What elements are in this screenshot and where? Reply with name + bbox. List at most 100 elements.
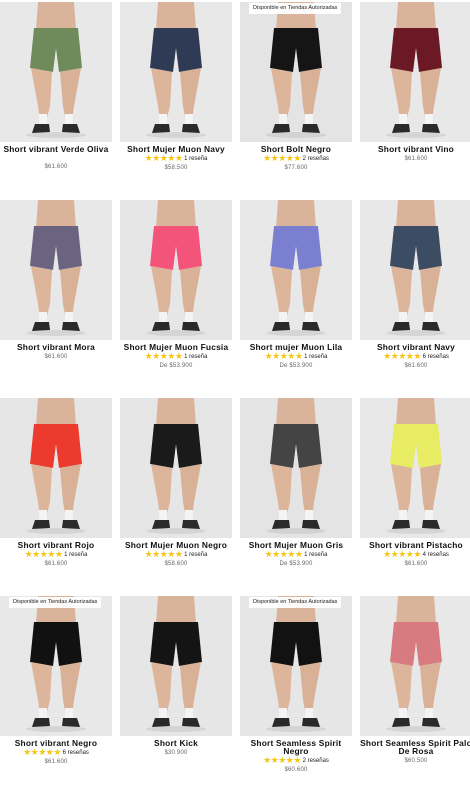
product-title[interactable]: Short Seamless Spirit Negro: [240, 739, 352, 756]
product-image[interactable]: [360, 596, 470, 736]
star-rating-icon: ★★★★★: [383, 549, 421, 559]
product-card[interactable]: Disponible en Tiendas Autorizadas Short B…: [240, 2, 352, 192]
product-photo: [360, 2, 470, 142]
product-card[interactable]: Disponible en Tiendas Autorizadas Short v…: [0, 596, 112, 786]
review-count: 1 reseña: [184, 552, 208, 558]
product-rating: ★★★★★ 4 reseñas: [360, 549, 470, 560]
product-card[interactable]: Short Kick $30.900: [120, 596, 232, 786]
product-title[interactable]: Short Mujer Muon Navy: [120, 145, 232, 154]
product-card[interactable]: Short Mujer Muon Negro ★★★★★ 1 reseña $58.…: [120, 398, 232, 588]
review-count: 1 reseña: [304, 552, 328, 558]
product-price: $61.600: [404, 363, 428, 369]
review-count: 1 reseña: [304, 354, 328, 360]
product-image[interactable]: [120, 596, 232, 736]
product-price: $61.600: [404, 561, 428, 567]
product-title[interactable]: Short vibrant Vino: [360, 145, 470, 154]
product-price: De $53.900: [279, 561, 313, 567]
product-image[interactable]: Disponible en Tiendas Autorizadas: [0, 596, 112, 736]
star-rating-icon: ★★★★★: [144, 351, 183, 361]
product-price: De $53.900: [279, 363, 313, 369]
product-card[interactable]: Short vibrant Mora $61.600: [0, 200, 112, 390]
product-title[interactable]: Short Mujer Muon Gris: [240, 541, 352, 550]
product-card[interactable]: Short Seamless Spirit Palo De Rosa $60.50…: [360, 596, 470, 786]
product-card[interactable]: Short Mujer Muon Fucsia ★★★★★ 1 reseña De …: [120, 200, 232, 390]
product-price: De $53.900: [159, 363, 193, 369]
availability-badge: Disponible en Tiendas Autorizadas: [249, 597, 342, 608]
product-image[interactable]: [120, 2, 232, 142]
product-image[interactable]: [0, 398, 112, 538]
product-rating: ★★★★★ 1 reseña: [120, 351, 232, 362]
product-rating: ★★★★★ 2 reseñas: [240, 153, 352, 164]
star-rating-icon: ★★★★★: [144, 549, 183, 559]
star-rating-icon: ★★★★★: [23, 747, 61, 757]
product-title[interactable]: Short Mujer Muon Fucsia: [120, 343, 232, 352]
review-count: 6 reseñas: [62, 750, 89, 756]
product-card[interactable]: Short mujer Muon Lila ★★★★★ 1 reseña De $5…: [240, 200, 352, 390]
product-image[interactable]: [360, 2, 470, 142]
review-count: 1 reseña: [64, 552, 88, 558]
product-image[interactable]: [0, 2, 112, 142]
product-title[interactable]: Short vibrant Rojo: [0, 541, 112, 550]
product-photo: [360, 596, 470, 736]
star-rating-icon: ★★★★★: [263, 153, 301, 163]
product-card[interactable]: Short vibrant Rojo ★★★★★ 1 reseña $61.600: [0, 398, 112, 588]
product-rating: ★★★★★ 1 reseña: [120, 549, 232, 560]
product-title[interactable]: Short vibrant Negro: [0, 739, 112, 748]
star-rating-icon: ★★★★★: [264, 549, 303, 559]
star-rating-icon: ★★★★★: [263, 755, 301, 765]
product-price: $58.500: [164, 165, 188, 171]
product-photo: [240, 2, 352, 142]
product-title[interactable]: Short vibrant Navy: [360, 343, 470, 352]
product-image[interactable]: [120, 398, 232, 538]
product-rating: ★★★★★ 1 reseña: [240, 549, 352, 560]
product-card[interactable]: Short Mujer Muon Gris ★★★★★ 1 reseña De $5…: [240, 398, 352, 588]
product-title[interactable]: Short vibrant Verde Oliva: [0, 145, 112, 154]
product-title[interactable]: Short Bolt Negro: [240, 145, 352, 154]
product-card[interactable]: Short vibrant Pistacho ★★★★★ 4 reseñas $61…: [360, 398, 470, 588]
review-count: 1 reseña: [184, 156, 208, 162]
review-count: 6 reseñas: [422, 354, 449, 360]
product-photo: [120, 200, 232, 340]
product-photo: [360, 398, 470, 538]
product-image[interactable]: [240, 398, 352, 538]
product-image[interactable]: [360, 200, 470, 340]
product-photo: [240, 596, 352, 736]
product-rating: ★★★★★ 1 reseña: [0, 549, 112, 560]
product-price: $61.600: [44, 354, 68, 360]
product-image[interactable]: [240, 200, 352, 340]
product-image[interactable]: [0, 200, 112, 340]
product-title[interactable]: Short vibrant Mora: [0, 343, 112, 352]
star-rating-icon: ★★★★★: [144, 153, 183, 163]
product-price: $61.600: [44, 561, 68, 567]
product-title[interactable]: Short Kick: [120, 739, 232, 748]
availability-badge: Disponible en Tiendas Autorizadas: [9, 597, 102, 608]
product-title[interactable]: Short vibrant Pistacho: [360, 541, 470, 550]
product-photo: [120, 596, 232, 736]
product-card[interactable]: Short vibrant Vino $61.600: [360, 2, 470, 192]
product-price: $77.600: [284, 165, 308, 171]
product-card[interactable]: Short vibrant Verde Oliva $61.600: [0, 2, 112, 192]
product-photo: [240, 398, 352, 538]
product-card[interactable]: Short Mujer Muon Navy ★★★★★ 1 reseña $58.5…: [120, 2, 232, 192]
product-image[interactable]: [120, 200, 232, 340]
product-photo: [120, 398, 232, 538]
product-card[interactable]: Short vibrant Navy ★★★★★ 6 reseñas $61.600: [360, 200, 470, 390]
product-photo: [0, 2, 112, 142]
product-title[interactable]: Short mujer Muon Lila: [240, 343, 352, 352]
product-title[interactable]: Short Seamless Spirit Palo De Rosa: [360, 739, 470, 756]
product-image[interactable]: Disponible en Tiendas Autorizadas: [240, 2, 352, 142]
product-image[interactable]: Disponible en Tiendas Autorizadas: [240, 596, 352, 736]
product-image[interactable]: [360, 398, 470, 538]
star-rating-icon: ★★★★★: [24, 549, 63, 559]
product-card[interactable]: Disponible en Tiendas Autorizadas Short S…: [240, 596, 352, 786]
product-photo: [360, 200, 470, 340]
product-price: $60.500: [404, 758, 428, 764]
product-price: $58.600: [164, 561, 188, 567]
product-rating: ★★★★★ 1 reseña: [240, 351, 352, 362]
product-rating: ★★★★★ 6 reseñas: [360, 351, 470, 362]
product-photo: [0, 596, 112, 736]
star-rating-icon: ★★★★★: [383, 351, 421, 361]
review-count: 4 reseñas: [422, 552, 449, 558]
product-photo: [120, 2, 232, 142]
product-title[interactable]: Short Mujer Muon Negro: [120, 541, 232, 550]
